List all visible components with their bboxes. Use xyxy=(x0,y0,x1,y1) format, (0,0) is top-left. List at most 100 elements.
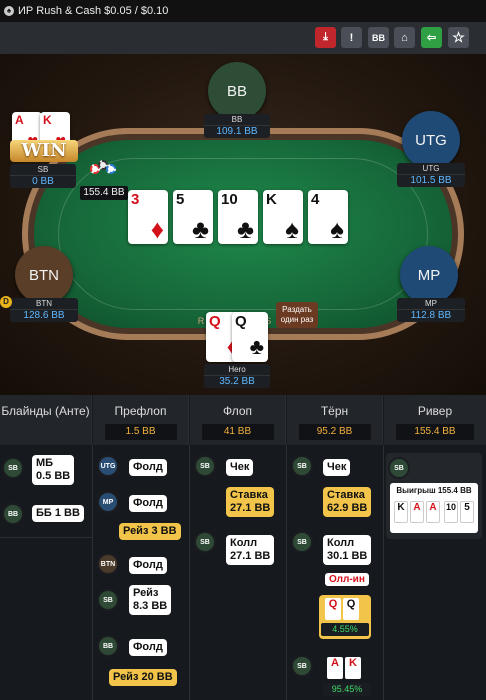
spy-icon[interactable]: ⌂ xyxy=(394,27,415,48)
action-chip: Колл 30.1 BB xyxy=(323,535,372,565)
download-icon[interactable]: ⤓ xyxy=(315,27,336,48)
share-icon[interactable]: ⇦ xyxy=(421,27,442,48)
position-badge: SB xyxy=(194,455,216,477)
street-header-river: Ривер 155.4 BB xyxy=(384,395,486,445)
street-header-preflop: Префлоп 1.5 BB xyxy=(93,395,189,445)
seat-utg-avatar[interactable]: UTG xyxy=(402,111,460,169)
report-icon[interactable]: ! xyxy=(341,27,362,48)
app-logo-icon: ♠ xyxy=(4,6,14,16)
column-turn: SB Чек Ставка 62.9 BB SB Колл 30.1 BB Ол… xyxy=(287,445,384,700)
seat-bb-stack: 109.1 BB xyxy=(204,125,270,138)
board-card-3: 10 ♣ xyxy=(218,190,258,244)
hand-history-panel: Блайнды (Анте) Префлоп 1.5 BB Флоп 41 BB… xyxy=(0,395,486,700)
seat-mp-avatar[interactable]: MP xyxy=(400,246,458,304)
seat-mp-stack: 112.8 BB xyxy=(397,309,465,322)
street-header-turn: Тёрн 95.2 BB xyxy=(287,395,383,445)
action-chip: Чек xyxy=(226,459,254,476)
run-once-button[interactable]: Раздать один раз xyxy=(276,302,318,328)
action-chip: Фолд xyxy=(129,557,167,574)
action-chip-hero: Рейз 3 BB xyxy=(119,523,181,540)
dealer-button-icon: D xyxy=(0,296,12,308)
street-pot: 41 BB xyxy=(201,424,274,440)
position-badge: SB xyxy=(97,589,119,611)
position-badge: SB xyxy=(291,531,313,553)
mini-card: A xyxy=(426,501,440,523)
column-blinds: SB МБ 0.5 BB BB ББ 1 BB xyxy=(0,445,93,700)
position-badge: BTN xyxy=(97,553,119,575)
toolbar: ⤓ ! BB ⌂ ⇦ ☆ xyxy=(0,22,486,54)
seat-btn-avatar[interactable]: BTN xyxy=(15,246,73,304)
seat-btn-name: BTN xyxy=(36,299,52,308)
allin-label: Олл-ин xyxy=(325,573,369,586)
column-flop: SB Чек Ставка 27.1 BB SB Колл 27.1 BB xyxy=(190,445,287,700)
window-title: ИР Rush & Cash $0.05 / $0.10 xyxy=(18,5,169,17)
position-badge: SB xyxy=(291,455,313,477)
window-titlebar: ♠ ИР Rush & Cash $0.05 / $0.10 xyxy=(0,0,486,22)
chip-icon xyxy=(106,164,116,174)
seat-sb-name: SB xyxy=(37,165,49,174)
street-title: Блайнды (Анте) xyxy=(1,404,90,418)
seat-btn-stack: 128.6 BB xyxy=(10,309,78,322)
hero-equity: 4.55% xyxy=(321,623,369,636)
action-chip: Чек xyxy=(323,459,351,476)
action-chip: Фолд xyxy=(129,495,167,512)
board-card-4: K ♠ xyxy=(263,190,303,244)
win-summary: Выигрыш 155.4 BB K A A 10 5 xyxy=(390,483,478,533)
seat-utg-plate: UTG 101.5 BB xyxy=(397,163,465,187)
action-chip: Колл 27.1 BB xyxy=(226,535,275,565)
seat-utg-name: UTG xyxy=(422,164,440,173)
position-badge: MP xyxy=(97,491,119,513)
position-badge: BB xyxy=(97,635,119,657)
seat-mp-plate: MP 112.8 BB xyxy=(397,298,465,322)
seat-utg-stack: 101.5 BB xyxy=(397,174,465,187)
hero-plate: Hero 35.2 BB xyxy=(204,364,270,388)
street-title: Ривер xyxy=(417,404,453,418)
seat-btn-plate: BTN 128.6 BB xyxy=(10,298,78,322)
seat-bb-avatar[interactable]: BB xyxy=(208,62,266,120)
mini-card: Q xyxy=(325,598,341,620)
street-pot: 155.4 BB xyxy=(396,424,474,440)
position-badge: SB xyxy=(291,655,313,677)
street-title: Тёрн xyxy=(320,404,349,418)
seat-sb-plate: SB 0 BB xyxy=(10,164,76,188)
street-pot: 95.2 BB xyxy=(298,424,371,440)
mini-card: A xyxy=(327,657,343,679)
action-chip: Рейз 8.3 BB xyxy=(129,585,172,615)
poker-table-area: BB BB 109.1 BB A ♥ K ♥ WIN SB 0 BB 155.4… xyxy=(0,54,486,395)
street-pot: 1.5 BB xyxy=(104,424,177,440)
board-card-5: 4 ♠ xyxy=(308,190,348,244)
street-header-blinds: Блайнды (Анте) xyxy=(0,395,92,445)
board-card-2: 5 ♣ xyxy=(173,190,213,244)
bb-toggle-button[interactable]: BB xyxy=(368,27,389,48)
seat-bb-plate: BB 109.1 BB xyxy=(204,114,270,138)
mini-card: A xyxy=(410,501,424,523)
hero-stack: 35.2 BB xyxy=(204,375,270,388)
position-badge: SB xyxy=(194,531,216,553)
street-header-flop: Флоп 41 BB xyxy=(190,395,286,445)
villain-equity: 95.45% xyxy=(323,683,371,696)
mini-card: 10 xyxy=(444,501,458,523)
street-title: Флоп xyxy=(222,404,253,418)
position-badge: SB xyxy=(388,457,410,479)
hero-name: Hero xyxy=(228,365,246,374)
pot-amount: 155.4 BB xyxy=(80,186,128,200)
seat-mp-name: MP xyxy=(425,299,437,308)
seat-bb-name: BB xyxy=(231,115,243,124)
column-river: SB Выигрыш 155.4 BB K A A 10 5 xyxy=(384,445,486,700)
mini-card: Q xyxy=(343,598,359,620)
action-chip: Фолд xyxy=(129,639,167,656)
action-chip: ББ 1 BB xyxy=(32,505,84,522)
seat-sb-stack: 0 BB xyxy=(10,175,76,188)
hero-equity-box: Q Q 4.55% xyxy=(319,595,371,639)
villain-equity-box: A K 95.45% xyxy=(321,655,373,700)
action-chip: МБ 0.5 BB xyxy=(32,455,75,485)
action-chip: Фолд xyxy=(129,459,167,476)
column-preflop: UTG Фолд MP Фолд Рейз 3 BB BTN Фолд SB Р… xyxy=(93,445,190,700)
star-icon[interactable]: ☆ xyxy=(448,27,469,48)
position-badge: SB xyxy=(2,457,24,479)
hero-card-2: Q ♣ xyxy=(232,312,268,362)
mini-card: 5 xyxy=(460,501,474,523)
position-badge: BB xyxy=(2,503,24,525)
win-amount: Выигрыш 155.4 BB xyxy=(396,486,472,495)
position-badge: UTG xyxy=(97,455,119,477)
